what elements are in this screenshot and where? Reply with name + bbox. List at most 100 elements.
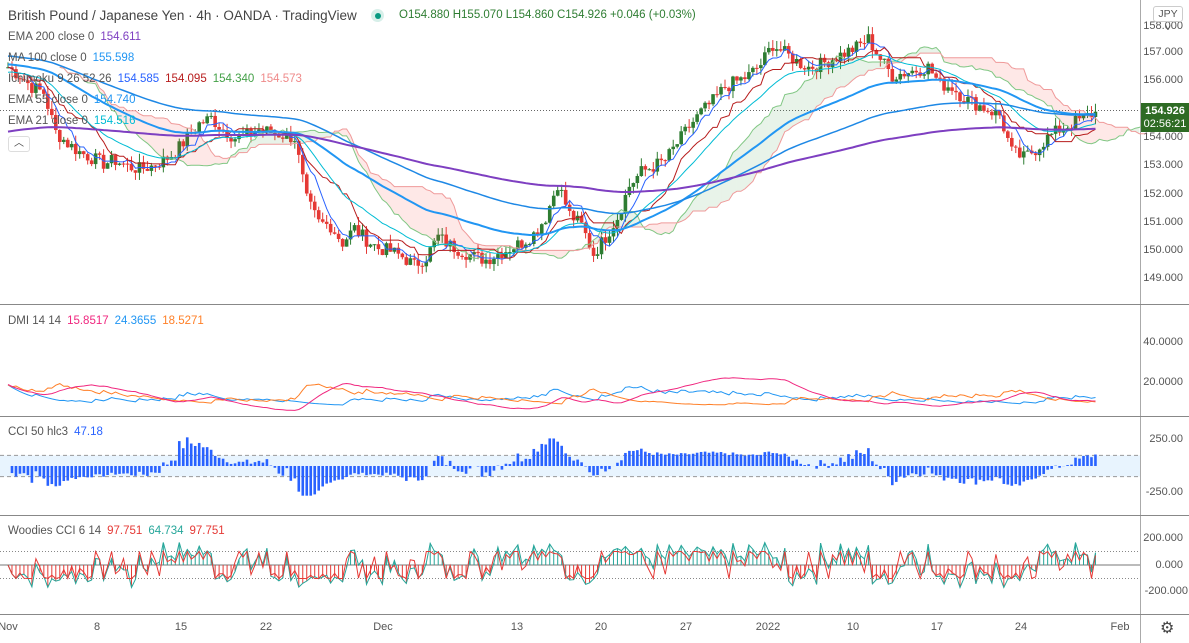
candle-body [117,163,122,165]
cci-bar [691,453,695,466]
candle-body [197,122,201,133]
candle-body [695,114,699,122]
price-label: 152.000 [1143,187,1183,200]
cci-bar [369,466,372,475]
cci-bar [715,452,719,466]
cci-bar [659,453,663,466]
candle-body [205,116,209,124]
candle-body [691,121,695,128]
candle-body [85,154,90,161]
cci-bar [648,453,651,466]
candle-body [938,77,942,79]
cci-bar [875,464,878,466]
cci-bar [432,460,436,466]
candle-body [376,244,381,250]
candle-body [890,69,895,82]
cci-bar [464,466,468,474]
legend-ema200[interactable]: EMA 200 close 0 154.611 [8,31,147,43]
candle-body [217,127,221,130]
cci-bar [444,465,448,466]
cci-bar [528,458,532,466]
candle-body [954,90,958,93]
legend-cci[interactable]: CCI 50 hlc3 47.18 [8,426,109,438]
legend-ema55[interactable]: EMA 55 close 0 154.740 [8,94,141,106]
cci-bar [134,466,137,476]
candle-body [484,259,488,264]
candle-body [719,87,723,95]
settings-gear-icon[interactable]: ⚙ [1160,618,1174,638]
candle-body [388,243,393,252]
cci-bar [779,454,783,466]
candle-body [902,73,907,77]
candle-body [934,73,938,78]
collapse-legend-button[interactable]: ︿ [8,136,30,152]
candle-body [364,229,369,247]
cci-bar [265,459,269,466]
candle-body [368,244,373,247]
cci-bar [301,466,305,496]
cci-bar [667,453,671,466]
cci-bar [962,466,966,484]
cci-bar [424,466,428,477]
cci-bar [468,466,472,469]
ichimoku-cloud [721,169,725,203]
cci-bar [333,466,336,481]
cci-bar [819,460,822,466]
candle-body [1033,153,1038,156]
legend-ema21[interactable]: EMA 21 close 0 154.516 [8,115,141,127]
legend-ichimoku[interactable]: Ichimoku 9 26 52 26 154.585 154.095 154.340… [8,73,308,85]
currency-dropdown[interactable]: JPY ˅ [1153,6,1183,34]
legend-dmi[interactable]: DMI 14 14 15.8517 24.3655 18.5271 [8,315,210,327]
candle-body [858,41,863,44]
candle-body [300,154,305,175]
ichimoku-cloud [912,52,917,57]
cci-bar [548,438,552,466]
ichimoku-cloud [143,115,148,144]
cci-bar [297,466,301,492]
cci-bar [763,452,767,466]
cci-bar [636,450,639,466]
cci-bar [420,466,424,481]
time-label: 2022 [755,621,781,633]
ichimoku-cloud [983,57,988,71]
ichimoku-cloud [876,61,881,69]
cci-bar [460,466,464,472]
cci-bar [827,466,830,468]
ichimoku-cloud [975,57,980,70]
cci-bar [114,466,117,475]
cci-bar [456,466,460,472]
candle-body [539,224,544,235]
candle-body [1006,131,1010,138]
cci-bar [436,456,440,466]
cci-bar [201,447,205,466]
candle-body [846,47,851,57]
cci-bar [249,463,253,466]
ichimoku-cloud [549,250,554,256]
candle-body [464,257,468,260]
legend-ma100[interactable]: MA 100 close 0 155.598 [8,52,140,64]
legend-woodies-cci[interactable]: Woodies CCI 6 14 97.751 64.734 97.751 [8,525,231,537]
cci-bar [448,460,452,466]
cci-bar [325,466,328,484]
dmi-label: 40.0000 [1143,336,1183,348]
ichimoku-cloud [215,156,220,165]
candle-body [77,151,82,155]
ichimoku-cloud [995,62,1000,78]
price-label: 157.000 [1143,46,1183,58]
cci-bar [592,466,595,476]
candle-body [802,68,807,70]
candle-body [512,249,516,253]
chart-title: British Pound / Japanese Yen · 4h · OAND… [8,8,357,23]
candle-body [352,225,357,231]
cci-bar [154,466,157,473]
candle-body [543,222,548,225]
ichimoku-cloud [748,129,753,186]
cci-bar [564,453,567,466]
cci-bar [241,461,245,466]
candle-body [978,105,982,111]
ichimoku-cloud [243,148,247,153]
ohlc-readout: O154.880 H155.070 L154.860 C154.926 +0.0… [399,9,696,21]
cci-bar [990,466,994,481]
cci-bar [675,454,679,466]
cci-bar [1050,466,1053,469]
